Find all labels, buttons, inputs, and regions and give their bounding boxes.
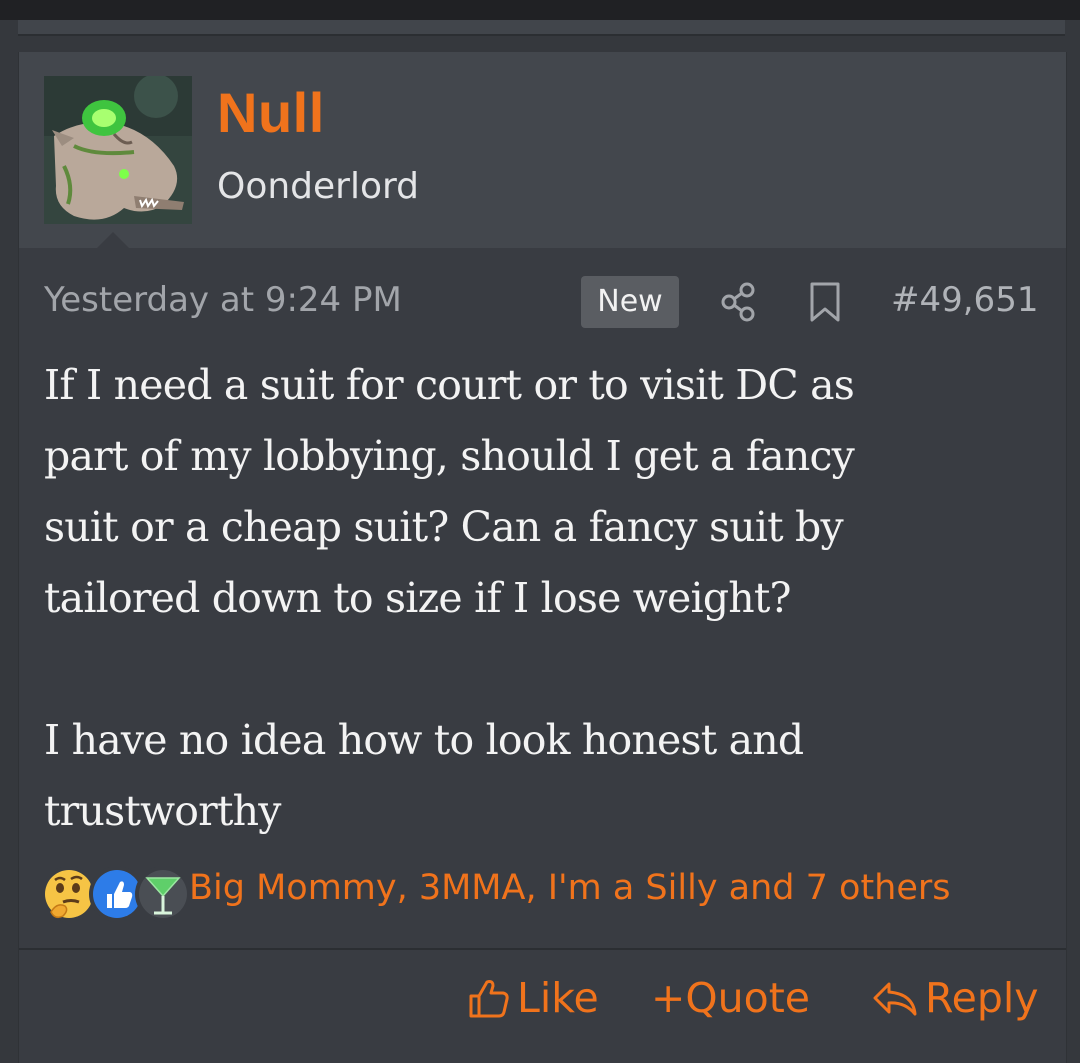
reaction-users-link[interactable]: Big Mommy, 3MMA, I'm a Silly and 7 other… bbox=[189, 868, 951, 908]
footer-divider bbox=[19, 948, 1066, 950]
post-meta: Yesterday at 9:24 PM New #49,651 bbox=[19, 274, 1066, 332]
top-bar bbox=[0, 0, 1080, 20]
post-actions: Like +Quote Reply bbox=[19, 962, 1066, 1042]
post-number[interactable]: #49,651 bbox=[891, 280, 1038, 320]
username[interactable]: Null bbox=[217, 80, 325, 145]
previous-post-edge bbox=[18, 20, 1065, 36]
cocktail-icon[interactable] bbox=[135, 866, 191, 922]
thumbs-up-outline-icon bbox=[469, 980, 509, 1018]
quote-button[interactable]: +Quote bbox=[651, 968, 810, 1028]
like-button[interactable]: Like bbox=[467, 968, 599, 1028]
forum-post: Null Oonderlord Yesterday at 9:24 PM New… bbox=[18, 52, 1067, 1063]
like-label: Like bbox=[517, 974, 599, 1022]
share-icon[interactable] bbox=[719, 280, 759, 324]
post-user-header: Null Oonderlord bbox=[19, 52, 1066, 248]
plus-icon: + bbox=[651, 974, 686, 1022]
header-arrow bbox=[97, 232, 129, 248]
reply-arrow-icon bbox=[873, 982, 917, 1016]
post-timestamp[interactable]: Yesterday at 9:24 PM bbox=[44, 280, 402, 320]
reactions-bar[interactable]: Big Mommy, 3MMA, I'm a Silly and 7 other… bbox=[39, 860, 1059, 924]
new-badge: New bbox=[581, 276, 679, 328]
post-body: If I need a suit for court or to visit D… bbox=[44, 361, 855, 835]
reply-button[interactable]: Reply bbox=[871, 968, 1039, 1028]
bookmark-icon[interactable] bbox=[807, 280, 843, 324]
avatar[interactable] bbox=[44, 76, 192, 224]
quote-label: Quote bbox=[685, 974, 811, 1022]
reply-label: Reply bbox=[925, 974, 1039, 1022]
user-title: Oonderlord bbox=[217, 166, 420, 207]
